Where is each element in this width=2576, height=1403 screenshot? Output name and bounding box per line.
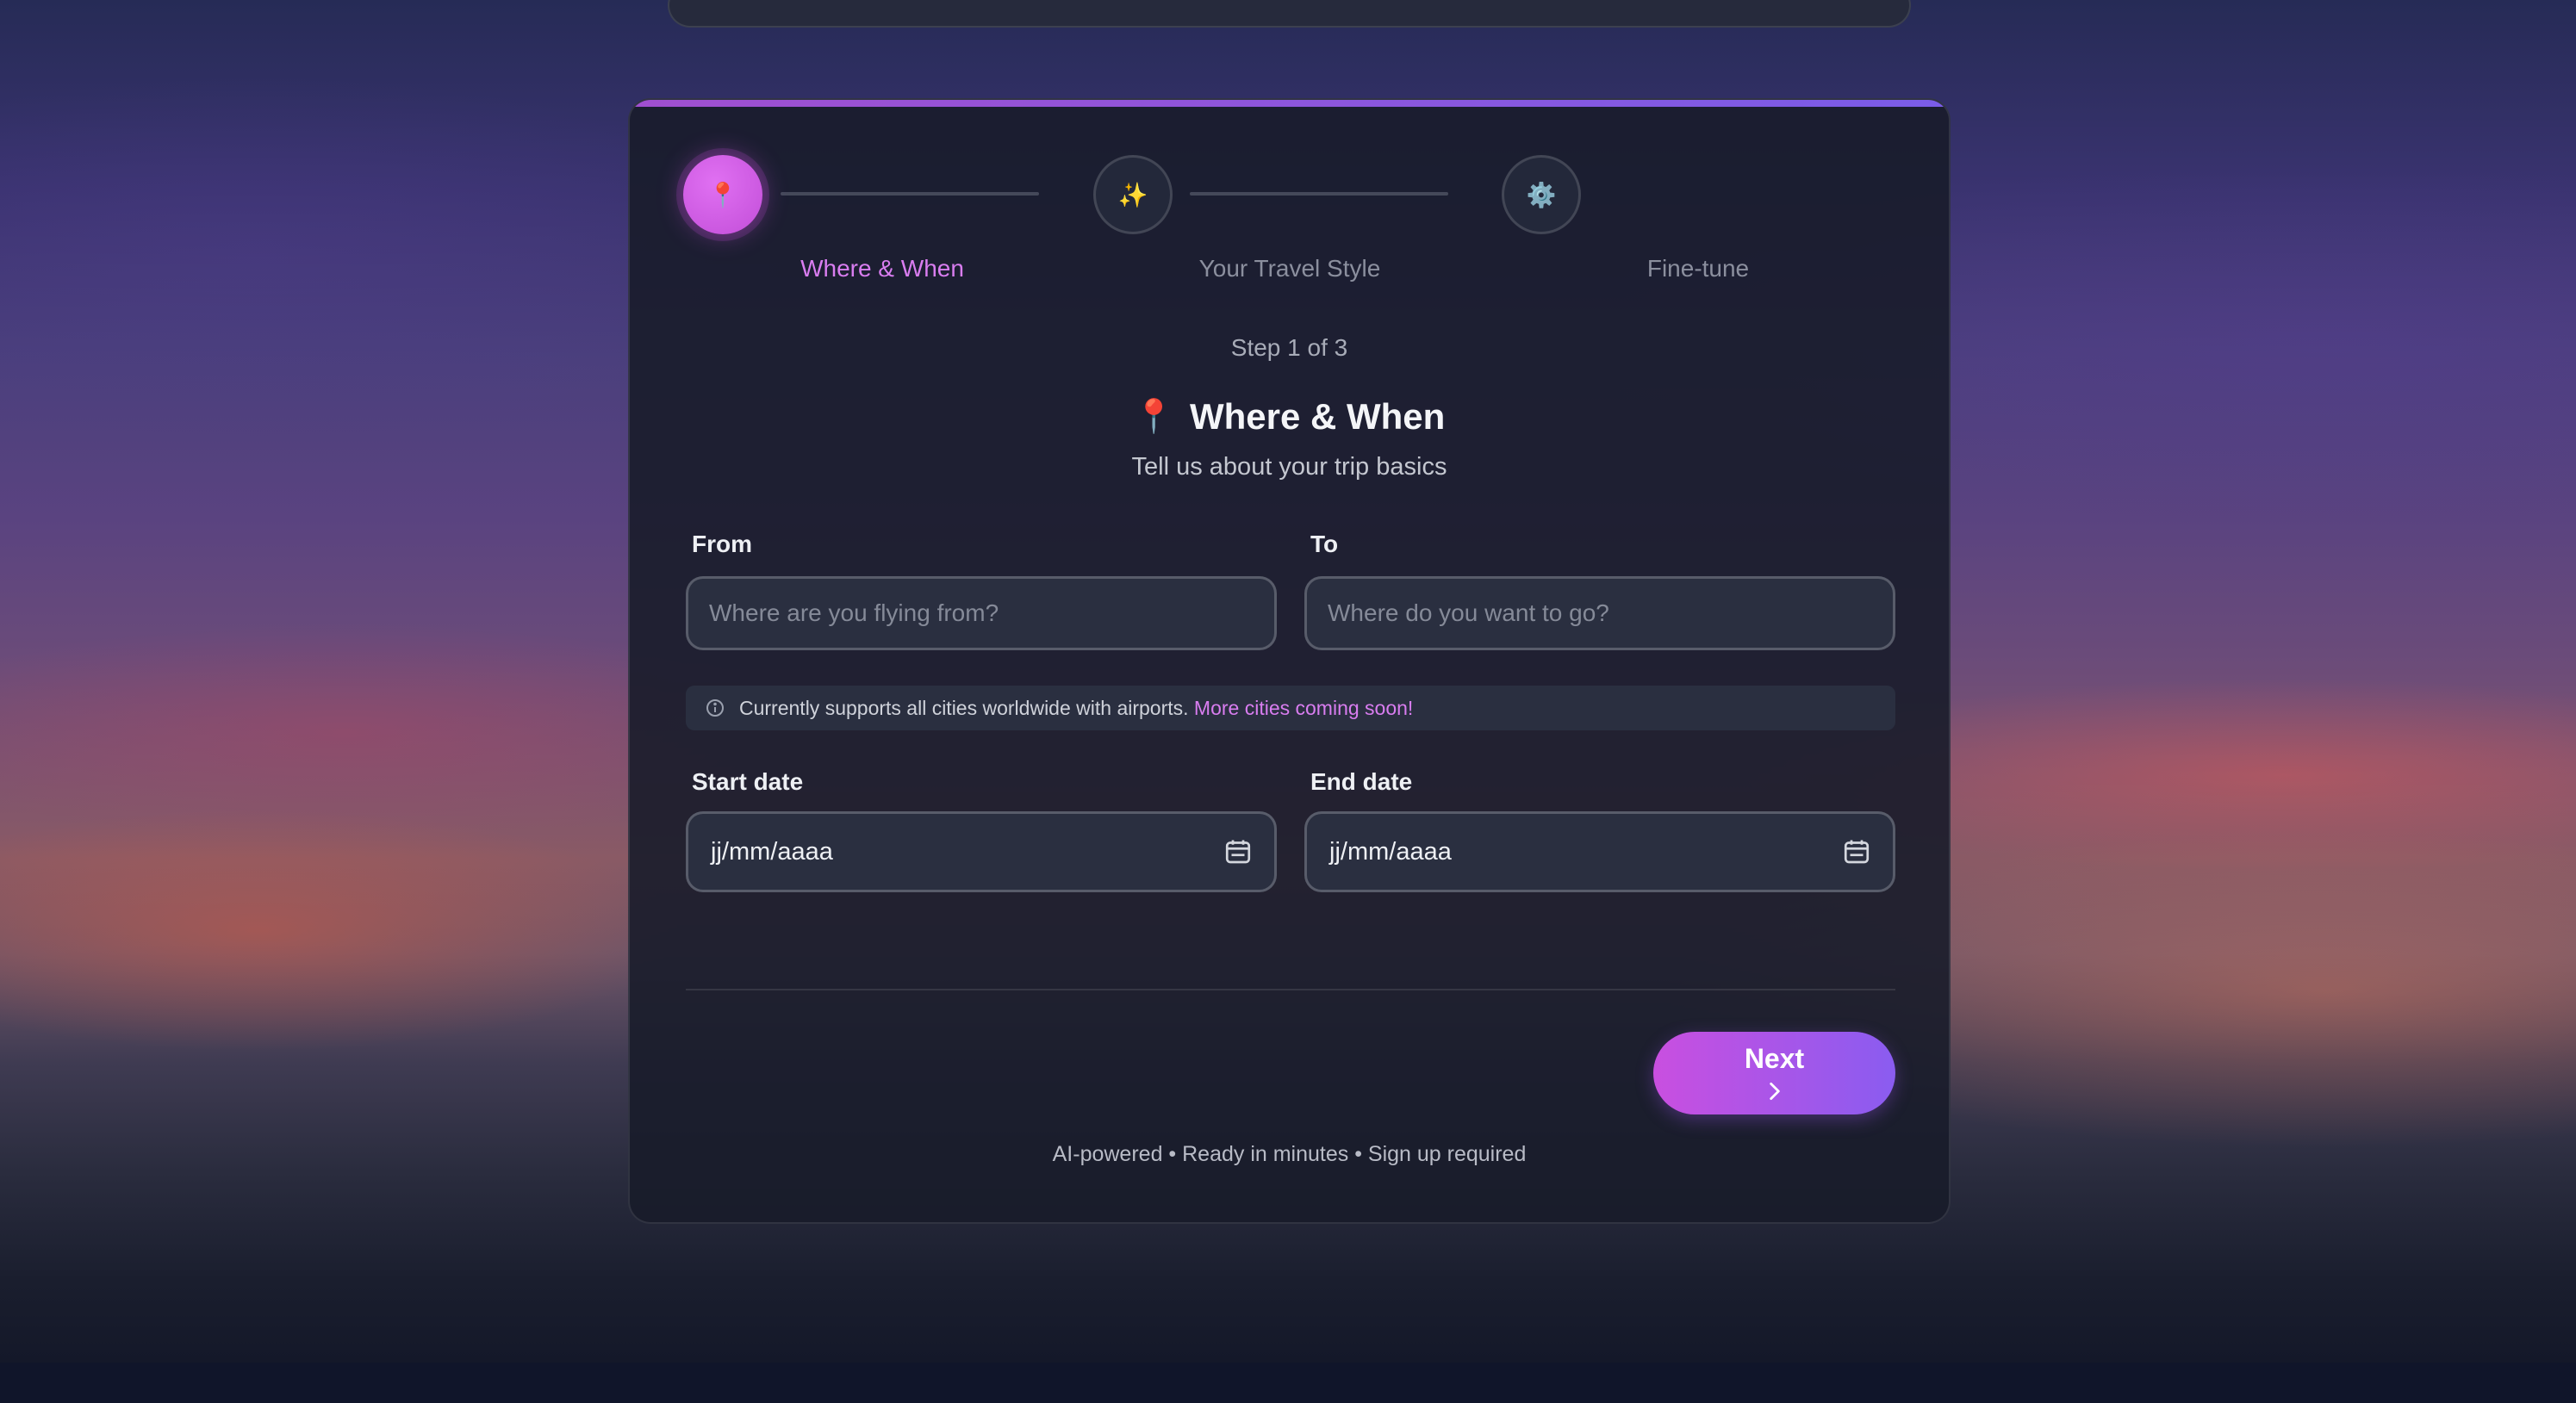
stepper: 📍 ✨ ⚙️ Where & When Your Travel Style Fi… bbox=[630, 100, 1949, 298]
next-button[interactable]: Next bbox=[1653, 1032, 1895, 1114]
map-pin-icon: 📍 bbox=[1133, 399, 1174, 435]
section-heading: 📍 Where & When bbox=[630, 396, 1949, 438]
section-title: Where & When bbox=[1189, 396, 1446, 437]
calendar-icon[interactable] bbox=[1223, 836, 1254, 867]
step-connector-1 bbox=[781, 192, 1039, 196]
step-label-fine-tune[interactable]: Fine-tune bbox=[1569, 255, 1827, 282]
step-label-where-when[interactable]: Where & When bbox=[753, 255, 1011, 282]
from-input[interactable] bbox=[686, 576, 1277, 650]
step-connector-2 bbox=[1190, 192, 1448, 196]
to-label: To bbox=[1310, 531, 1339, 557]
step-label-travel-style[interactable]: Your Travel Style bbox=[1160, 255, 1419, 282]
from-label: From bbox=[692, 531, 752, 557]
calendar-icon[interactable] bbox=[1841, 836, 1872, 867]
form-divider bbox=[686, 989, 1895, 990]
sparkles-icon: ✨ bbox=[1117, 181, 1148, 208]
end-date-value: jj/mm/aaaa bbox=[1329, 837, 1452, 866]
chevron-right-icon bbox=[1769, 1082, 1780, 1100]
map-pin-icon: 📍 bbox=[707, 181, 738, 208]
trip-planner-card: 📍 ✨ ⚙️ Where & When Your Travel Style Fi… bbox=[628, 98, 1951, 1224]
end-date-label: End date bbox=[1310, 768, 1413, 795]
step-progress-text: Step 1 of 3 bbox=[1230, 334, 1348, 361]
start-date-value: jj/mm/aaaa bbox=[711, 837, 833, 866]
bottom-bar bbox=[0, 1363, 2576, 1403]
info-icon bbox=[706, 699, 724, 717]
end-date-input[interactable]: jj/mm/aaaa bbox=[1304, 811, 1895, 892]
section-subtitle: Tell us about your trip basics bbox=[1131, 453, 1447, 481]
to-input[interactable] bbox=[1304, 576, 1895, 650]
footer-tagline: AI-powered • Ready in minutes • Sign up … bbox=[1052, 1142, 1527, 1166]
step-3-gear-icon[interactable]: ⚙️ bbox=[1502, 155, 1581, 234]
info-text: Currently supports all cities worldwide … bbox=[739, 696, 1189, 719]
step-2-sparkles-icon[interactable]: ✨ bbox=[1093, 155, 1173, 234]
info-bar: Currently supports all cities worldwide … bbox=[686, 686, 1895, 730]
step-1-map-pin-icon[interactable]: 📍 bbox=[683, 155, 762, 234]
info-link[interactable]: More cities coming soon! bbox=[1194, 697, 1413, 719]
next-button-label: Next bbox=[1744, 1043, 1805, 1075]
start-date-label: Start date bbox=[692, 768, 804, 795]
previous-card-edge bbox=[668, 0, 1911, 28]
gear-icon: ⚙️ bbox=[1526, 181, 1557, 208]
start-date-input[interactable]: jj/mm/aaaa bbox=[686, 811, 1277, 892]
